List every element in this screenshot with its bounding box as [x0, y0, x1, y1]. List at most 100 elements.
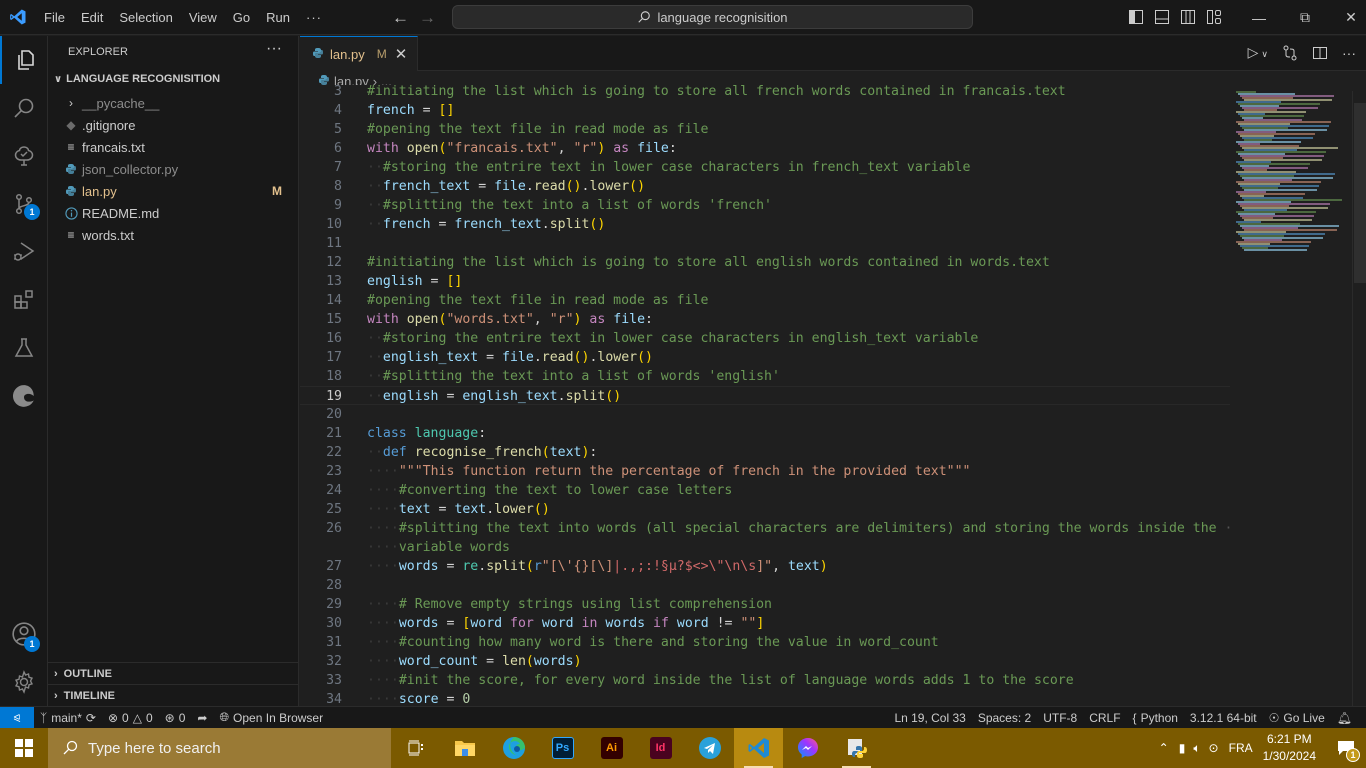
menu-view[interactable]: View: [181, 0, 225, 35]
code-line[interactable]: 6 with open("francais.txt", "r") as file:: [300, 139, 1230, 158]
activity-search[interactable]: [0, 84, 48, 132]
code-line[interactable]: 12 #initiating the list which is going to…: [300, 253, 1230, 272]
back-arrow-icon[interactable]: ←: [392, 8, 409, 28]
forward-arrow-icon[interactable]: →: [419, 8, 436, 28]
editor-scrollbar[interactable]: [1352, 91, 1366, 706]
code-line[interactable]: 29 ····# Remove empty strings using list …: [300, 595, 1230, 614]
tab-lan-py[interactable]: lan.py M ✕: [300, 36, 418, 71]
python-interpreter[interactable]: 3.12.1 64-bit: [1184, 711, 1263, 725]
code-line[interactable]: 32 ····word_count = len(words): [300, 652, 1230, 671]
branch-indicator[interactable]: ᛉ main* ⟳: [34, 711, 102, 725]
split-editor-icon[interactable]: [1312, 45, 1328, 61]
remote-indicator-icon[interactable]: ⪨: [0, 706, 34, 729]
code-line[interactable]: 34 ····score = 0: [300, 690, 1230, 706]
battery-icon[interactable]: ▮: [1179, 741, 1186, 755]
code-line[interactable]: 5 #opening the text file in read mode as …: [300, 120, 1230, 139]
code-line[interactable]: 16 ··#storing the entrire text in lower c…: [300, 329, 1230, 348]
command-center-search[interactable]: language recognisition: [452, 5, 973, 29]
run-python-icon[interactable]: ▷ ∨: [1248, 44, 1268, 61]
taskbar-vscode[interactable]: [734, 728, 783, 768]
project-folder-header[interactable]: ∨ LANGUAGE RECOGNISITION: [54, 73, 220, 85]
toggle-panel-icon[interactable]: [1154, 9, 1170, 25]
restore-icon[interactable]: ⧉: [1282, 9, 1328, 26]
menu-edit[interactable]: Edit: [73, 0, 111, 35]
start-button[interactable]: [0, 728, 48, 768]
code-line[interactable]: 20: [300, 405, 1230, 424]
more-actions-icon[interactable]: ···: [1342, 45, 1356, 61]
taskbar-telegram[interactable]: [685, 728, 734, 768]
code-line[interactable]: ····variable words: [300, 538, 1230, 557]
task-view-button[interactable]: [391, 728, 440, 768]
code-line[interactable]: 21 class language:: [300, 424, 1230, 443]
code-line[interactable]: 28: [300, 576, 1230, 595]
code-line[interactable]: 18 ··#splitting the text into a list of w…: [300, 367, 1230, 386]
code-line[interactable]: 24 ····#converting the text to lower case…: [300, 481, 1230, 500]
activity-accounts[interactable]: 1: [0, 610, 48, 658]
live-share-button[interactable]: ➦: [191, 711, 213, 725]
clock[interactable]: 6:21 PM 1/30/2024: [1263, 731, 1316, 765]
activity-manage[interactable]: [0, 658, 48, 706]
taskbar-illustrator[interactable]: Ai: [587, 728, 636, 768]
tree-item-json-collector[interactable]: json_collector.py: [62, 158, 298, 180]
wifi-icon[interactable]: ⊙: [1209, 741, 1219, 755]
code-line[interactable]: 30 ····words = [word for word in words if…: [300, 614, 1230, 633]
problems-indicator[interactable]: ⊗ 0 △ 0: [102, 711, 159, 725]
code-line[interactable]: 17 ··english_text = file.read().lower(): [300, 348, 1230, 367]
code-line[interactable]: 8 ··french_text = file.read().lower(): [300, 177, 1230, 196]
code-line[interactable]: 33 ····#init the score, for every word in…: [300, 671, 1230, 690]
code-line[interactable]: 4 french = []: [300, 101, 1230, 120]
input-language[interactable]: FRA: [1229, 741, 1253, 755]
indentation[interactable]: Spaces: 2: [972, 711, 1037, 725]
taskbar-file-explorer[interactable]: [440, 728, 489, 768]
activity-tree-check[interactable]: [0, 132, 48, 180]
customize-layout-icon[interactable]: [1206, 9, 1222, 25]
toggle-secondary-sidebar-icon[interactable]: [1180, 9, 1196, 25]
close-icon[interactable]: ✕: [1328, 9, 1366, 26]
activity-edge-devtools[interactable]: [0, 372, 48, 420]
menu-go[interactable]: Go: [225, 0, 258, 35]
code-line[interactable]: 9 ··#splitting the text into a list of wo…: [300, 196, 1230, 215]
taskbar-edge[interactable]: [489, 728, 538, 768]
tree-item-words[interactable]: ≡ words.txt: [62, 224, 298, 246]
show-hidden-icons-icon[interactable]: ⌃: [1159, 741, 1169, 755]
code-line[interactable]: 15 with open("words.txt", "r") as file:: [300, 310, 1230, 329]
code-line[interactable]: 31 ····#counting how many word is there a…: [300, 633, 1230, 652]
tree-item-pycache[interactable]: › __pycache__: [62, 92, 298, 114]
end-of-line[interactable]: CRLF: [1083, 711, 1126, 725]
timeline-panel-header[interactable]: › TIMELINE: [48, 684, 298, 706]
language-mode[interactable]: {​ Python: [1127, 711, 1184, 725]
code-line[interactable]: 19 ··english = english_text.split(): [300, 386, 1230, 405]
code-line[interactable]: 13 english = []: [300, 272, 1230, 291]
open-in-browser-button[interactable]: 🌐︎ Open In Browser: [213, 710, 329, 725]
menu-more[interactable]: ···: [298, 0, 330, 35]
code-line[interactable]: 25 ····text = text.lower(): [300, 500, 1230, 519]
toggle-primary-sidebar-icon[interactable]: [1128, 9, 1144, 25]
menu-run[interactable]: Run: [258, 0, 298, 35]
taskbar-python-idle[interactable]: [832, 728, 881, 768]
activity-testing[interactable]: [0, 324, 48, 372]
more-actions-icon[interactable]: ···: [266, 40, 282, 58]
code-line[interactable]: 10 ··french = french_text.split(): [300, 215, 1230, 234]
volume-icon[interactable]: 🔈︎: [1193, 741, 1200, 756]
code-line[interactable]: 11: [300, 234, 1230, 253]
taskbar-photoshop[interactable]: Ps: [538, 728, 587, 768]
scrollbar-thumb[interactable]: [1354, 103, 1366, 283]
notifications-bell-icon[interactable]: 🔔︎: [1331, 711, 1358, 725]
chevron-down-icon[interactable]: ∨: [1261, 49, 1268, 59]
outline-panel-header[interactable]: › OUTLINE: [48, 662, 298, 684]
action-center-button[interactable]: 1: [1326, 728, 1366, 768]
activity-extensions[interactable]: [0, 276, 48, 324]
code-line[interactable]: 26 ····#splitting the text into words (al…: [300, 519, 1230, 538]
activity-explorer[interactable]: [0, 36, 48, 84]
tree-item-readme[interactable]: README.md: [62, 202, 298, 224]
cursor-position[interactable]: Ln 19, Col 33: [888, 711, 971, 725]
taskbar-indesign[interactable]: Id: [636, 728, 685, 768]
menu-selection[interactable]: Selection: [111, 0, 180, 35]
code-line[interactable]: 23 ····"""This function return the percen…: [300, 462, 1230, 481]
code-line[interactable]: 3 #initiating the list which is going to …: [300, 85, 1230, 101]
code-line[interactable]: 7 ··#storing the entrire text in lower ca…: [300, 158, 1230, 177]
activity-run-debug[interactable]: [0, 228, 48, 276]
code-line[interactable]: 22 ··def recognise_french(text):: [300, 443, 1230, 462]
ports-indicator[interactable]: ⊛ 0: [159, 711, 192, 725]
minimap[interactable]: [1232, 91, 1352, 706]
